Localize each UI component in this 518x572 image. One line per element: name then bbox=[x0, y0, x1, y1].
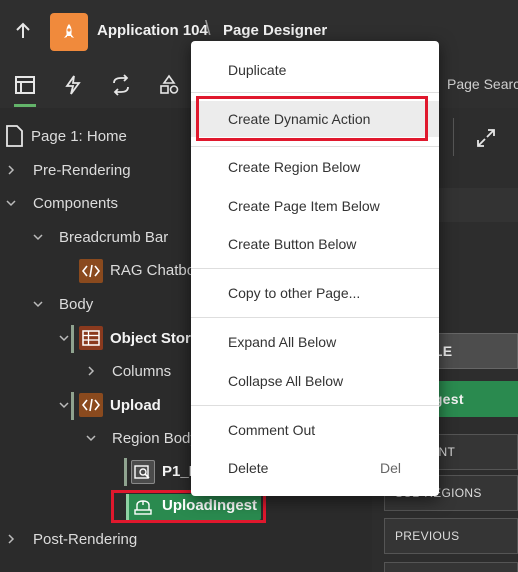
chevron-down-icon[interactable] bbox=[86, 433, 96, 443]
chevron-down-icon[interactable] bbox=[6, 198, 16, 208]
delete-shortcut: Del bbox=[379, 460, 401, 476]
menu-item-duplicate[interactable]: Duplicate bbox=[191, 52, 439, 88]
app-rocket-icon[interactable] bbox=[50, 13, 88, 51]
item-stripe bbox=[124, 458, 127, 486]
breadcrumb-separator: \ bbox=[205, 18, 211, 40]
context-menu: Duplicate Create Dynamic Action Create R… bbox=[191, 41, 439, 496]
active-tab-indicator bbox=[14, 104, 36, 107]
code-icon bbox=[79, 259, 103, 283]
breadcrumb-bar-label[interactable]: Breadcrumb Bar bbox=[59, 229, 168, 246]
region-stripe bbox=[71, 392, 74, 420]
app-name-link[interactable]: Application 104 bbox=[97, 22, 208, 39]
page-icon bbox=[6, 125, 23, 147]
menu-item-copy-to-other-page[interactable]: Copy to other Page... bbox=[191, 275, 439, 311]
page-title: Page Designer bbox=[223, 22, 328, 39]
chevron-right-icon[interactable] bbox=[86, 366, 96, 376]
menu-item-create-dynamic-action[interactable]: Create Dynamic Action bbox=[191, 101, 439, 137]
rag-chatbot-label[interactable]: RAG Chatbo bbox=[110, 262, 195, 279]
post-rendering-label[interactable]: Post-Rendering bbox=[33, 531, 137, 548]
processing-icon[interactable] bbox=[110, 74, 132, 96]
menu-separator bbox=[191, 405, 439, 406]
components-label[interactable]: Components bbox=[33, 195, 118, 212]
chevron-down-icon[interactable] bbox=[59, 400, 69, 410]
menu-item-create-button-below[interactable]: Create Button Below bbox=[191, 226, 439, 262]
chevron-down-icon[interactable] bbox=[59, 333, 69, 343]
body-label[interactable]: Body bbox=[59, 296, 93, 313]
menu-separator bbox=[191, 317, 439, 318]
page-search-label[interactable]: Page Searc bbox=[447, 76, 518, 92]
menu-item-expand-all-below[interactable]: Expand All Below bbox=[191, 324, 439, 360]
grid-icon bbox=[79, 326, 103, 350]
expand-icon[interactable] bbox=[476, 128, 496, 148]
menu-item-collapse-all-below[interactable]: Collapse All Below bbox=[191, 363, 439, 399]
chevron-down-icon[interactable] bbox=[33, 232, 43, 242]
up-arrow-icon[interactable] bbox=[14, 21, 32, 41]
rendering-tab-icon[interactable] bbox=[14, 74, 36, 96]
lightning-icon[interactable] bbox=[62, 74, 84, 96]
menu-item-comment-out[interactable]: Comment Out bbox=[191, 412, 439, 448]
pre-rendering-label[interactable]: Pre-Rendering bbox=[33, 162, 131, 179]
toolbar-divider bbox=[453, 118, 454, 156]
chevron-right-icon[interactable] bbox=[6, 165, 16, 175]
chevron-down-icon[interactable] bbox=[33, 299, 43, 309]
upload-region-label[interactable]: Upload bbox=[110, 397, 161, 414]
columns-label[interactable]: Columns bbox=[112, 363, 171, 380]
object-storage-label[interactable]: Object Stora bbox=[110, 330, 199, 347]
menu-item-create-page-item-below[interactable]: Create Page Item Below bbox=[191, 188, 439, 224]
page-label: Page 1: Home bbox=[31, 128, 127, 145]
button-stripe bbox=[126, 494, 129, 520]
region-body-label[interactable]: Region Body bbox=[112, 430, 198, 447]
delete-label: Delete bbox=[228, 460, 269, 476]
previous-position[interactable]: PREVIOUS bbox=[384, 518, 518, 554]
upload-ingest-label[interactable]: UploadIngest bbox=[162, 497, 257, 514]
chevron-right-icon[interactable] bbox=[6, 534, 16, 544]
menu-item-create-region-below[interactable]: Create Region Below bbox=[191, 149, 439, 185]
shared-components-icon[interactable] bbox=[158, 74, 180, 96]
more-position[interactable] bbox=[384, 562, 518, 572]
menu-separator bbox=[191, 92, 439, 93]
region-stripe bbox=[71, 325, 74, 353]
menu-item-delete[interactable]: Delete Del bbox=[191, 450, 439, 486]
code-icon bbox=[79, 393, 103, 417]
menu-separator bbox=[191, 268, 439, 269]
button-icon bbox=[131, 495, 155, 519]
page-item-icon bbox=[131, 460, 155, 484]
menu-separator bbox=[191, 146, 439, 147]
